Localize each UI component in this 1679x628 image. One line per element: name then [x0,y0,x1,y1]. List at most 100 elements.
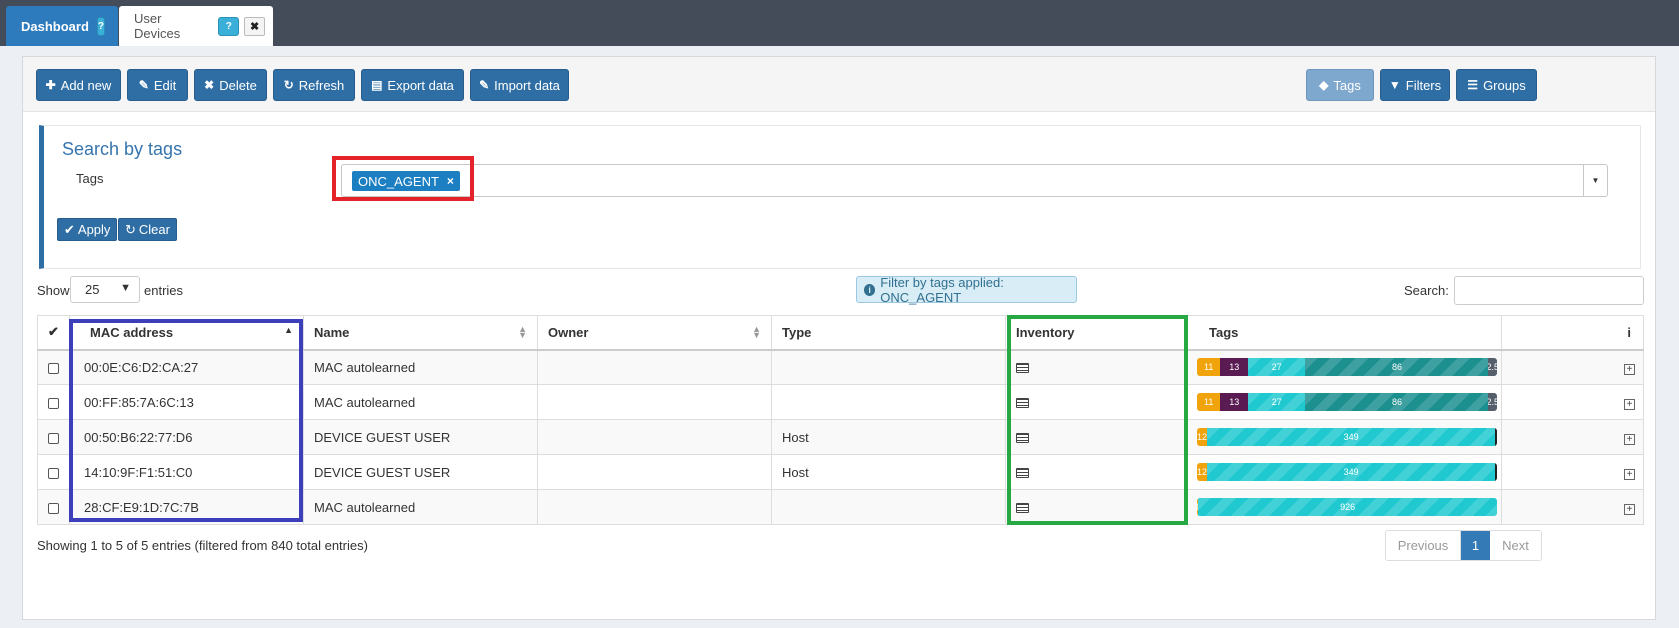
row-checkbox-cell[interactable] [37,454,70,490]
sort-icon: ▲ ▼ [752,324,761,340]
add-new-button[interactable]: ✚ Add new [36,69,121,101]
tag-count-segment[interactable]: 86 [1305,393,1489,411]
tags-cell: 12 349 [1186,419,1502,455]
delete-label: Delete [219,77,257,93]
page-length-select[interactable]: 25 ▼ [70,276,140,303]
tag-count-segment[interactable]: 12 [1197,463,1207,481]
tags-field-label: Tags [76,171,104,186]
edit-label: Edit [153,77,177,93]
edit-button[interactable]: ✎ Edit [127,69,188,101]
page-1-button[interactable]: 1 [1461,531,1490,560]
tag-count-segment[interactable]: 11 [1197,358,1221,377]
name-cell: DEVICE GUEST USER [303,419,538,455]
expand-icon[interactable]: + [1624,363,1635,375]
tag-count-segment[interactable]: 27 [1248,393,1306,411]
type-cell: Host [771,419,1006,455]
tags-bar: 12 349 [1197,463,1497,481]
export-data-button[interactable]: ▤ Export data [361,69,464,101]
chevron-down-icon: ▼ [120,282,131,294]
tag-count-segment[interactable]: 349 [1206,463,1496,481]
row-checkbox[interactable] [48,502,59,514]
column-header-tags-label: Tags [1209,324,1239,340]
tags-bar: 111327862.5 [1197,358,1497,377]
tab-dashboard[interactable]: Dashboard ? [6,6,118,46]
row-checkbox[interactable] [48,432,59,444]
show-label: Show [37,283,70,298]
tags-bar: 12 349 [1197,428,1497,446]
expand-icon[interactable]: + [1624,433,1635,445]
details-cell: + [1501,454,1644,490]
top-bar: Dashboard ? User Devices ? ✖ [0,0,1679,46]
help-icon[interactable]: ? [96,16,106,36]
export-data-label: Export data [387,77,454,93]
delete-button[interactable]: ✖ Delete [194,69,267,101]
next-page-button[interactable]: Next [1490,531,1541,560]
tag-count-segment[interactable]: 86 [1305,358,1489,377]
refresh-label: Refresh [298,77,345,93]
tags-cell: 1926 [1186,489,1502,525]
tags-bar: 111327862.5 [1197,393,1497,411]
tab-user-devices-label: User Devices [134,11,181,41]
tag-count-segment[interactable]: 2.5 [1488,393,1497,411]
apply-label: Apply [77,222,111,237]
tag-count-segment[interactable] [1495,463,1497,481]
apply-button[interactable]: ✔ Apply [57,218,118,241]
tags-button[interactable]: ◆ Tags [1306,69,1374,101]
clear-label: Clear [138,222,170,237]
row-checkbox-cell[interactable] [37,489,70,525]
help-icon[interactable]: ? [218,16,240,36]
row-checkbox[interactable] [48,467,59,479]
tags-icon: ◆ [1319,78,1329,92]
refresh-button[interactable]: ↻ Refresh [273,69,355,101]
row-checkbox-cell[interactable] [37,349,70,385]
name-cell: DEVICE GUEST USER [303,454,538,490]
tag-count-segment[interactable] [1495,428,1497,446]
filters-button[interactable]: ▼ Filters [1380,69,1450,101]
column-header-type[interactable]: Type [771,315,1006,351]
close-icon[interactable]: ✖ [244,16,265,36]
dropdown-arrow-icon[interactable]: ▼ [1583,165,1607,196]
previous-page-button[interactable]: Previous [1386,531,1461,560]
highlight-inventory-column [1007,315,1188,525]
expand-icon[interactable]: + [1624,468,1635,480]
owner-cell [537,384,772,420]
owner-cell [537,454,772,490]
row-checkbox-cell[interactable] [37,384,70,420]
entries-label: entries [144,283,184,298]
tab-user-devices[interactable]: User Devices ? ✖ [119,6,273,46]
import-data-button[interactable]: ✎ Import data [470,69,569,101]
expand-icon[interactable]: + [1624,503,1635,515]
refresh-icon: ↻ [125,221,136,237]
tags-label: Tags [1333,77,1361,93]
owner-cell [537,419,772,455]
search-input[interactable] [1454,276,1644,305]
select-all-header[interactable]: ✔ [37,315,70,351]
add-new-label: Add new [60,77,112,93]
name-cell: MAC autolearned [303,349,538,385]
tag-count-segment[interactable]: 926 [1198,498,1497,516]
row-checkbox-cell[interactable] [37,419,70,455]
tag-count-segment[interactable]: 27 [1248,358,1306,377]
groups-button[interactable]: ☰ Groups [1456,69,1537,101]
column-header-owner-label: Owner [548,324,589,340]
tags-cell: 111327862.5 [1186,349,1502,385]
row-checkbox[interactable] [48,397,59,409]
tag-count-segment[interactable]: 12 [1197,428,1207,446]
column-header-name[interactable]: Name ▲ ▼ [303,315,538,351]
column-header-owner[interactable]: Owner ▲ ▼ [537,315,772,351]
expand-icon[interactable]: + [1624,398,1635,410]
pagination: Previous 1 Next [1385,530,1542,561]
tab-dashboard-label: Dashboard [21,18,89,34]
highlight-tag-chip [332,156,474,201]
toolbar: ✚ Add new ✎ Edit ✖ Delete ↻ Refresh ▤ Ex… [23,57,1655,112]
tags-select[interactable]: ONC_AGENT × ▼ [341,164,1608,197]
row-checkbox[interactable] [48,362,59,374]
tag-count-segment[interactable]: 13 [1220,358,1249,377]
tag-count-segment[interactable]: 349 [1206,428,1496,446]
tag-count-segment[interactable]: 11 [1197,393,1221,411]
clear-button[interactable]: ↻ Clear [118,218,177,241]
tags-cell: 111327862.5 [1186,384,1502,420]
filter-applied-notice: i Filter by tags applied: ONC_AGENT [856,275,1077,305]
tag-count-segment[interactable]: 2.5 [1488,358,1497,377]
tag-count-segment[interactable]: 13 [1220,393,1249,411]
